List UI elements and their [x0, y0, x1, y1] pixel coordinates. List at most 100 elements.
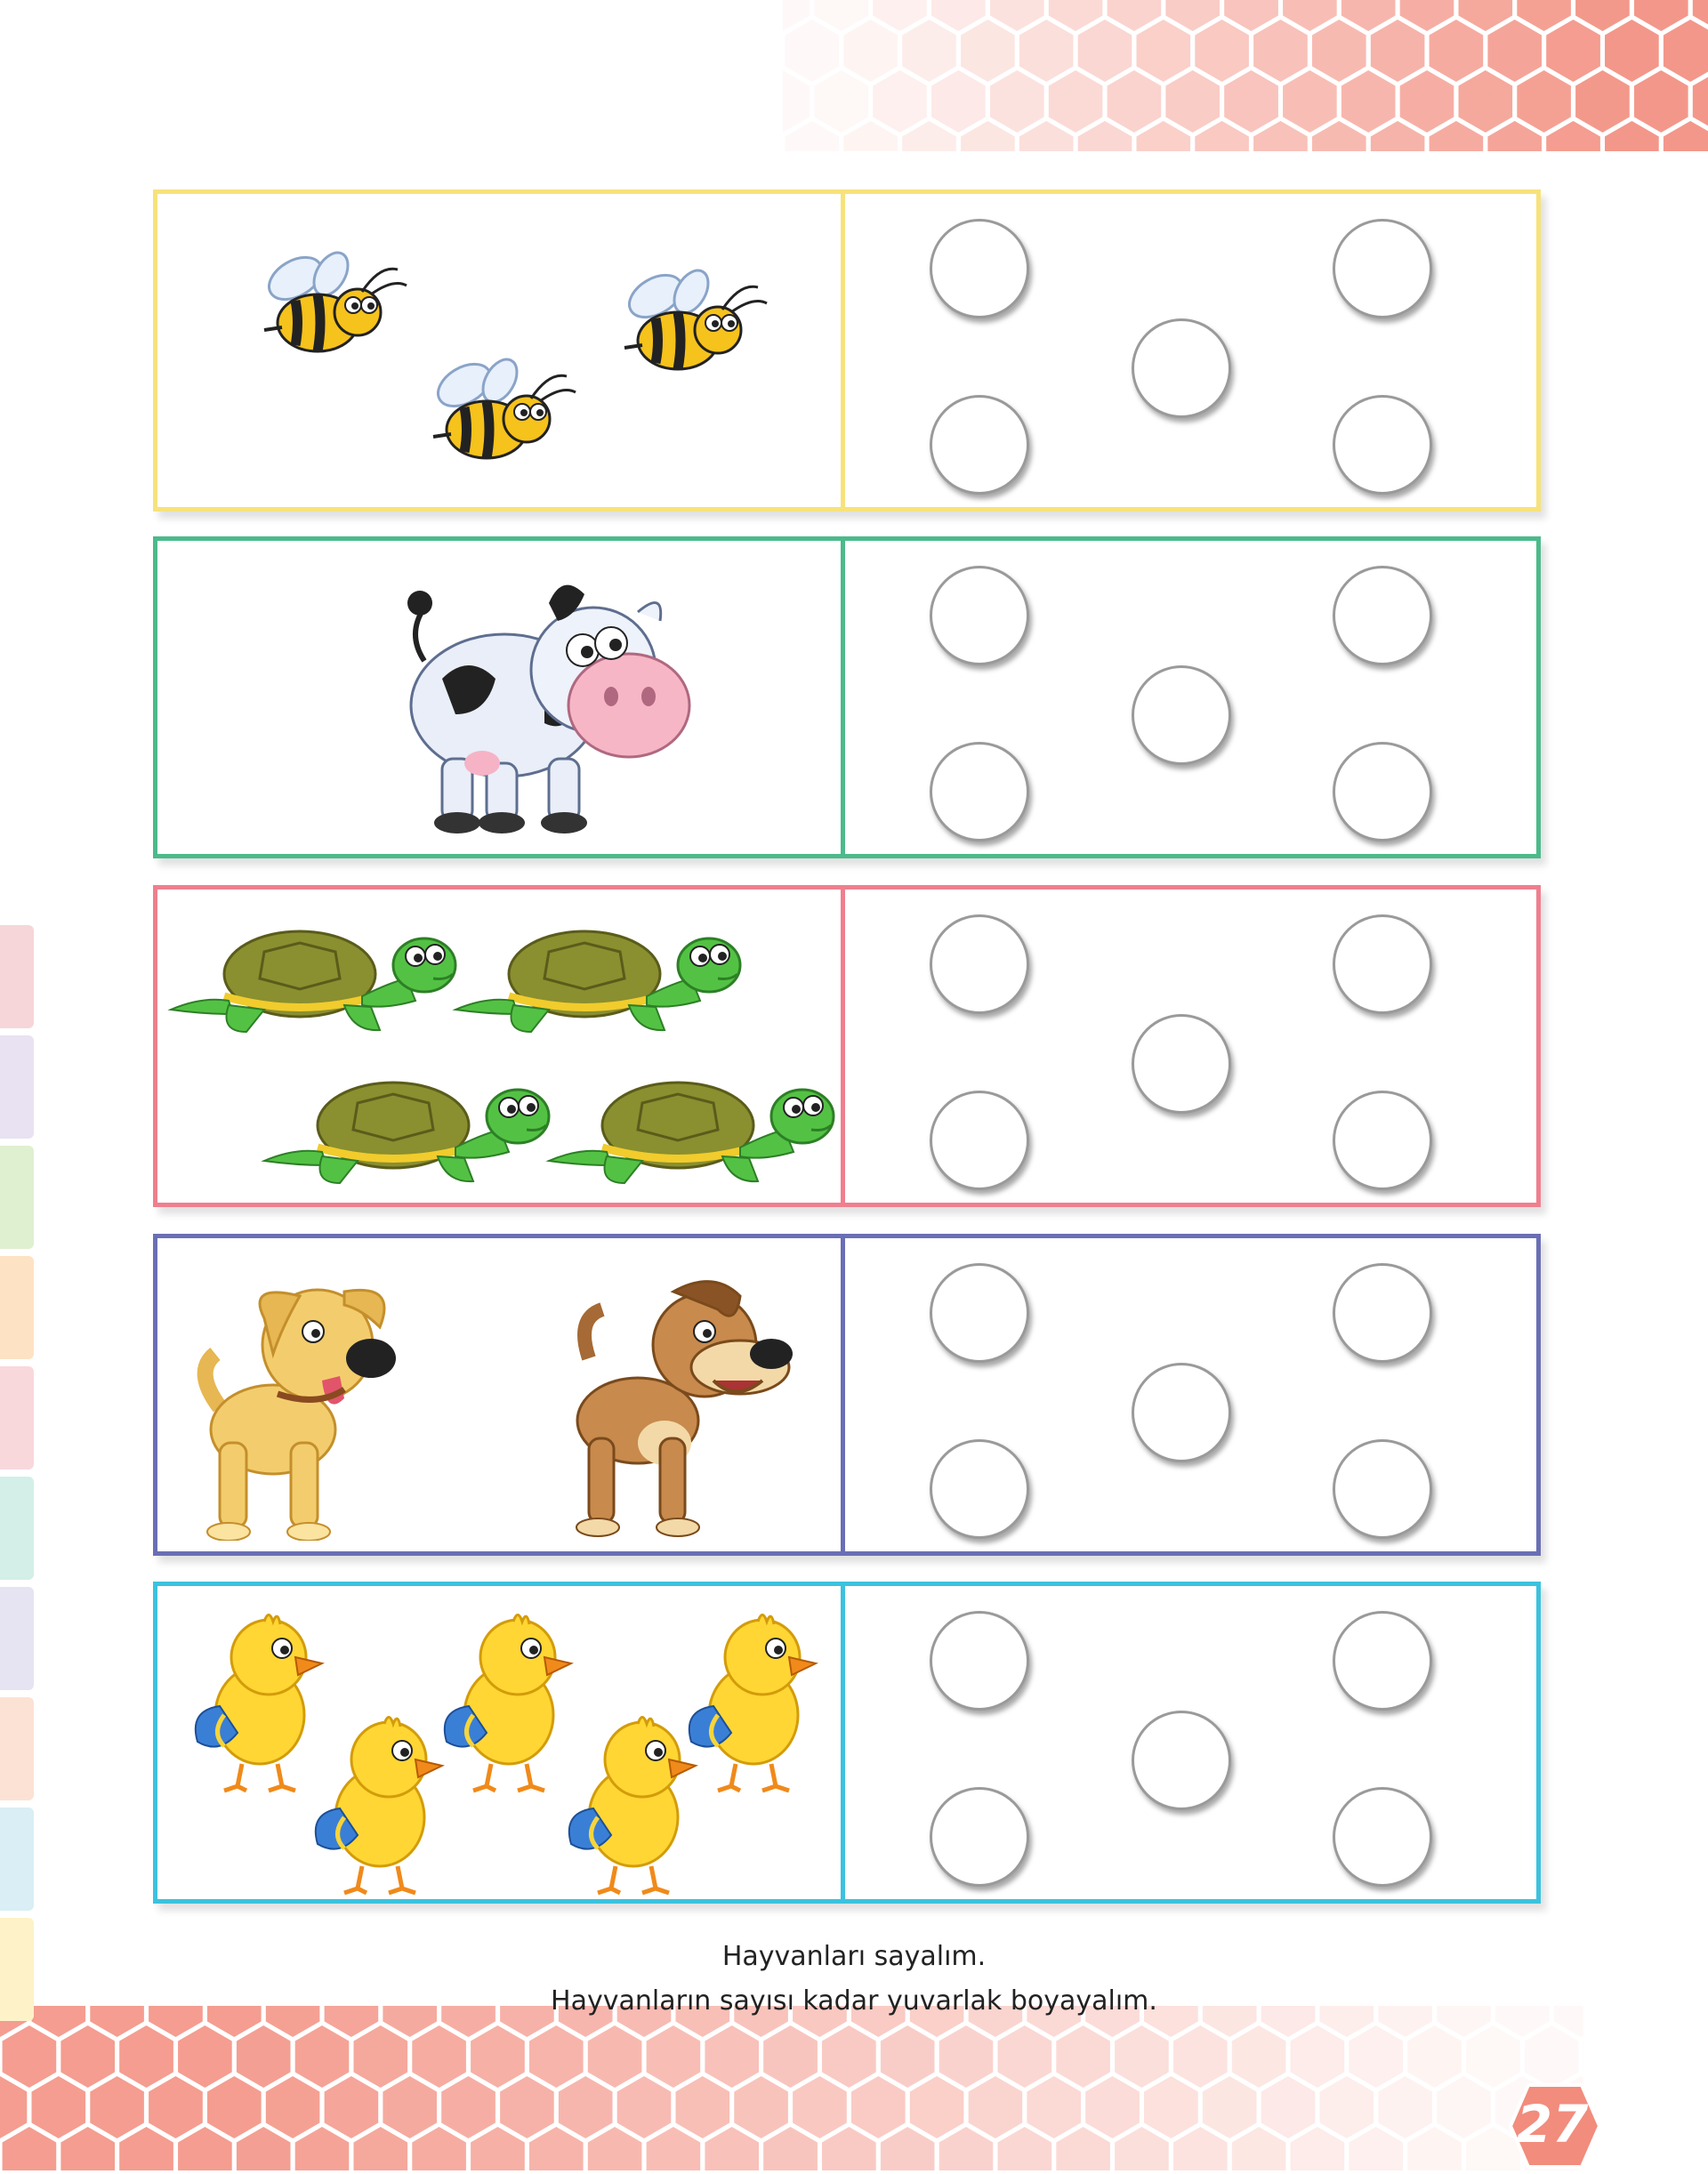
hexagon-decoration [1137, 20, 1191, 82]
hexagon-decoration [559, 2076, 613, 2138]
coloring-circle[interactable] [1132, 665, 1231, 765]
turtle-icon [544, 1076, 838, 1191]
coloring-circle[interactable] [1333, 1611, 1432, 1711]
coloring-circle[interactable] [930, 1263, 1029, 1363]
hexagon-decoration [500, 2076, 554, 2138]
hexagon-decoration [815, 70, 869, 133]
coloring-circle[interactable] [1333, 395, 1432, 495]
hexagon-decoration [1400, 70, 1454, 133]
coloring-circle[interactable] [1333, 1091, 1432, 1190]
coloring-circle[interactable] [1333, 566, 1432, 665]
hexagon-decoration [0, 2076, 27, 2138]
chick-icon [313, 1711, 447, 1901]
hexagon-decoration [1437, 2076, 1491, 2138]
hexagon-decoration [1378, 2076, 1432, 2138]
hexagon-decoration [32, 2076, 86, 2138]
hexagon-decoration [990, 70, 1044, 133]
hexagon-decoration [1056, 2025, 1110, 2088]
hexagon-decoration [1312, 20, 1366, 82]
hexagon-decoration [60, 2025, 115, 2088]
turtle-row [153, 885, 1541, 1207]
coloring-circle[interactable] [1132, 1363, 1231, 1462]
hexagon-decoration [647, 2127, 701, 2170]
hexagon-decoration [763, 2025, 818, 2088]
bee-icon [607, 261, 776, 384]
coloring-circle[interactable] [930, 1439, 1029, 1539]
brown-dog-icon [558, 1274, 807, 1544]
hexagon-decoration [441, 2076, 495, 2138]
hexagon-decoration [237, 2025, 291, 2088]
hexagon-decoration [705, 2025, 759, 2088]
hexagon-decoration [1605, 20, 1659, 82]
cow-picture-panel [157, 541, 845, 854]
coloring-circle[interactable] [930, 566, 1029, 665]
hexagon-decoration [1291, 2127, 1345, 2170]
hexagon-decoration [1173, 2127, 1228, 2170]
coloring-circle[interactable] [1333, 1263, 1432, 1363]
coloring-circle[interactable] [930, 742, 1029, 841]
hexagon-decoration [793, 2076, 847, 2138]
hexagon-decoration [647, 2025, 701, 2088]
hexagon-decoration [1320, 2076, 1374, 2138]
hexagon-decoration [786, 20, 840, 82]
chick-icon [193, 1608, 326, 1799]
coloring-circle[interactable] [1333, 914, 1432, 1014]
coloring-circle[interactable] [1333, 219, 1432, 318]
hexagon-decoration [1195, 20, 1249, 82]
coloring-circle[interactable] [930, 1091, 1029, 1190]
chick-row [153, 1582, 1541, 1904]
hexagon-decoration [1407, 2127, 1462, 2170]
hexagon-decoration [961, 20, 1015, 82]
hexagon-decoration [939, 2127, 994, 2170]
hexagon-decoration [237, 2127, 291, 2170]
coloring-circle[interactable] [930, 219, 1029, 318]
hexagon-decoration [412, 2127, 466, 2170]
hexagon-decoration [1115, 2025, 1169, 2088]
hexagon-decoration [902, 20, 956, 82]
hexagon-decoration [178, 2127, 232, 2170]
hexagon-decoration [931, 70, 986, 133]
coloring-circle[interactable] [930, 1787, 1029, 1887]
hexagon-decoration [783, 70, 810, 133]
hexagon-decoration [1349, 2025, 1403, 2088]
hexagon-decoration [1056, 2127, 1110, 2170]
hexagon-decoration [1341, 70, 1396, 133]
coloring-circle[interactable] [1333, 742, 1432, 841]
hexagon-decoration [734, 2076, 788, 2138]
hexagon-decoration [969, 2076, 1023, 2138]
hexagon-decoration [1027, 2076, 1081, 2138]
hexagon-decoration [1525, 2025, 1579, 2088]
chick-icon [687, 1608, 820, 1799]
hexagon-decoration [873, 70, 927, 133]
coloring-circle[interactable] [930, 1611, 1029, 1711]
hexagon-decoration [1693, 70, 1708, 133]
page-number-badge: 27 [1503, 2081, 1601, 2170]
coloring-circle[interactable] [1333, 1787, 1432, 1887]
hexagon-decoration [207, 2076, 262, 2138]
hexagon-decoration [1224, 70, 1278, 133]
coloring-circle[interactable] [930, 395, 1029, 495]
coloring-circle[interactable] [1333, 1439, 1432, 1539]
hexagon-decoration [1165, 70, 1220, 133]
hexagon-decoration [529, 2127, 584, 2170]
hexagon-decoration [851, 2076, 906, 2138]
hex-pattern-top [783, 0, 1708, 151]
chick-icon [567, 1711, 700, 1901]
coloring-circle[interactable] [1132, 1014, 1231, 1114]
hexagon-decoration [1283, 70, 1337, 133]
hexagon-decoration [1466, 2025, 1520, 2088]
cow-icon [371, 572, 700, 842]
coloring-circle[interactable] [1132, 1711, 1231, 1810]
bee-picture-panel [157, 194, 845, 507]
hexagon-decoration [1664, 20, 1708, 82]
coloring-circle[interactable] [1132, 318, 1231, 418]
hexagon-decoration [1049, 70, 1103, 133]
hexagon-decoration [295, 2025, 350, 2088]
chick-icon [442, 1608, 576, 1799]
hexagon-decoration [1232, 2127, 1286, 2170]
hexagon-decoration [266, 2076, 320, 2138]
turtle-icon [166, 925, 460, 1040]
bee-circles-panel [845, 194, 1536, 507]
turtle-picture-panel [157, 890, 845, 1203]
coloring-circle[interactable] [930, 914, 1029, 1014]
